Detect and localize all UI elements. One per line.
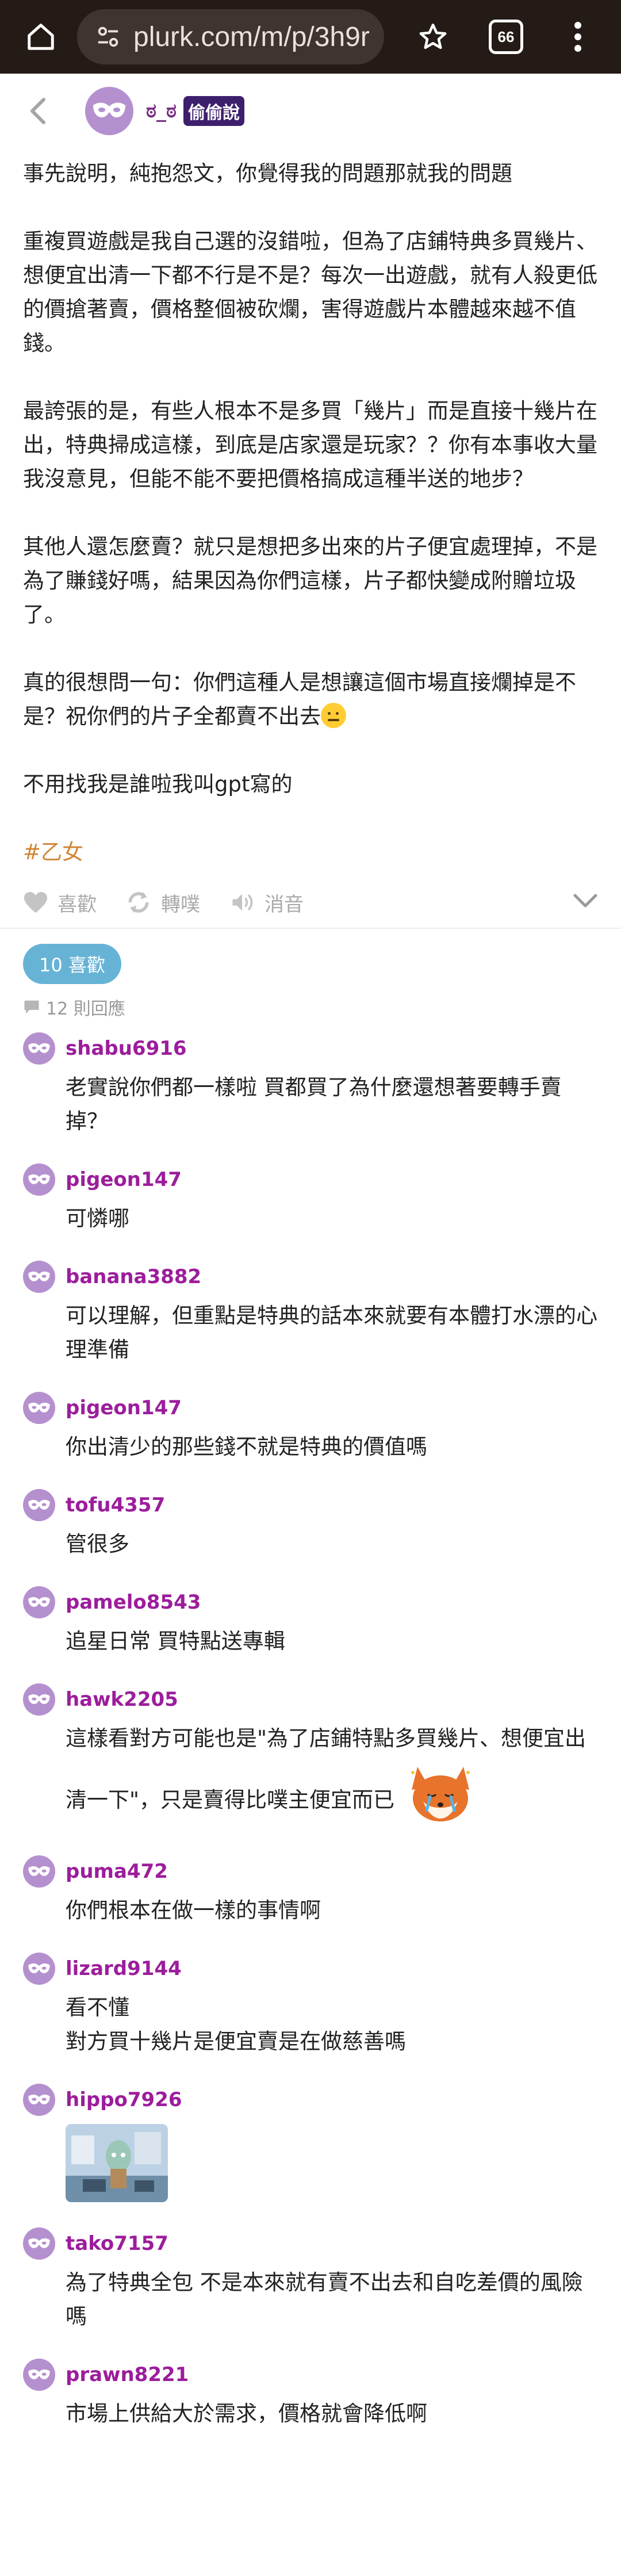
likes-row: 10 喜歡: [0, 929, 621, 984]
response-item: puma472 你們根本在做一樣的事情啊: [23, 1855, 598, 1927]
response-text: 為了特典全包 不是本來就有賣不出去和自吃差價的風險嗎: [66, 2270, 583, 2329]
comment-icon: [24, 1000, 39, 1014]
mask-icon[interactable]: [23, 1261, 55, 1293]
bookmark-star-icon[interactable]: [413, 17, 453, 57]
response-item: banana3882 可以理解，但重點是特典的話本來就要有本體打水漂的心理準備: [23, 1261, 598, 1367]
response-username[interactable]: pigeon147: [66, 1168, 182, 1191]
reply-count-label: 12 則回應: [46, 999, 125, 1019]
mask-icon[interactable]: [23, 1855, 55, 1888]
response-username[interactable]: hippo7926: [66, 2088, 182, 2111]
post-paragraph-with-emoji: 真的很想問一句：你們這種人是想讓這個市場直接爛掉是不是？祝你們的片子全都賣不出去: [23, 665, 598, 733]
response-text: 你出清少的那些錢不就是特典的價值嗎: [66, 1434, 427, 1459]
mask-icon[interactable]: [23, 1032, 55, 1065]
response-username[interactable]: pigeon147: [66, 1396, 182, 1419]
response-username[interactable]: prawn8221: [66, 2363, 189, 2386]
post-paragraph: 其他人還怎麼賣？就只是想把多出來的片子便宜處理掉，不是為了賺錢好嗎，結果因為你們…: [23, 534, 597, 627]
post-content: 事先說明，純抱怨文，你覺得我的問題那就我的問題 重複買遊戲是我自己選的沒錯啦，但…: [0, 148, 621, 869]
response-text: 看不懂 對方買十幾片是便宜賣是在做慈善嗎: [66, 1995, 406, 2054]
response-item: pigeon147 可憐哪: [23, 1163, 598, 1235]
mute-button[interactable]: 消音: [229, 889, 304, 917]
response-text: 這樣看對方可能也是"為了店鋪特點多買幾片、想便宜出清一下"，只是賣得比噗主便宜而…: [66, 1726, 586, 1812]
response-username[interactable]: tako7157: [66, 2232, 168, 2255]
mask-icon[interactable]: [23, 1489, 55, 1521]
url-text[interactable]: plurk.com/m/p/3h9r: [133, 21, 370, 53]
mute-label: 消音: [264, 893, 304, 916]
response-item: shabu6916 老實說你們都一樣啦 買都買了為什麼還想著要轉手賣掉？: [23, 1032, 598, 1138]
author-name[interactable]: ಠ_ಠ: [146, 99, 177, 123]
response-text: 管很多: [66, 1532, 129, 1556]
response-item: lizard9144 看不懂 對方買十幾片是便宜賣是在做慈善嗎: [23, 1953, 598, 2058]
neutral-face-emoji-icon: [321, 703, 346, 728]
response-text: 追星日常 買特點送專輯: [66, 1629, 285, 1653]
response-text: 可以理解，但重點是特典的話本來就要有本體打水漂的心理準備: [66, 1303, 597, 1362]
mask-icon[interactable]: [23, 1392, 55, 1424]
mask-icon[interactable]: [23, 1953, 55, 1985]
response-username[interactable]: tofu4357: [66, 1494, 165, 1517]
response-item: prawn8221 市場上供給大於需求，價格就會降低啊: [23, 2359, 598, 2430]
replurk-icon: [128, 891, 149, 913]
replurk-label: 轉噗: [161, 893, 200, 916]
speaker-mute-icon: [232, 894, 253, 911]
mask-icon: [93, 102, 125, 118]
site-settings-icon[interactable]: [92, 21, 124, 53]
mask-icon[interactable]: [23, 1683, 55, 1716]
post-paragraph-text: 真的很想問一句：你們這種人是想讓這個市場直接爛掉是不是？祝你們的片子全都賣不出去: [23, 670, 576, 729]
response-item: tako7157 為了特典全包 不是本來就有賣不出去和自吃差價的風險嗎: [23, 2227, 598, 2333]
browser-toolbar: plurk.com/m/p/3h9r 66: [0, 0, 621, 74]
mask-icon[interactable]: [23, 2359, 55, 2391]
post-actions-bar: 喜歡 轉噗 消音: [0, 877, 621, 929]
post-paragraph: 不用找我是誰啦我叫gpt寫的: [23, 772, 293, 797]
overflow-menu-icon[interactable]: [558, 17, 598, 57]
likes-count-button[interactable]: 10 喜歡: [23, 944, 121, 984]
anonymous-badge: 偷偷說: [183, 96, 244, 126]
tab-switcher-button[interactable]: 66: [489, 20, 523, 54]
response-item: pamelo8543 追星日常 買特點送專輯: [23, 1586, 598, 1658]
response-item: pigeon147 你出清少的那些錢不就是特典的價值嗎: [23, 1392, 598, 1464]
mask-icon[interactable]: [23, 1163, 55, 1196]
response-username[interactable]: pamelo8543: [66, 1591, 201, 1614]
mask-icon[interactable]: [23, 2084, 55, 2116]
image-thumbnail[interactable]: [66, 2124, 168, 2202]
response-item: hawk2205 這樣看對方可能也是"為了店鋪特點多買幾片、想便宜出清一下"，只…: [23, 1683, 598, 1830]
response-list: shabu6916 老實說你們都一樣啦 買都買了為什麼還想著要轉手賣掉？ pig…: [0, 1020, 621, 2430]
response-username[interactable]: hawk2205: [66, 1688, 178, 1711]
mask-icon[interactable]: [23, 2227, 55, 2260]
response-text: 老實說你們都一樣啦 買都買了為什麼還想著要轉手賣掉？: [66, 1075, 562, 1134]
like-label: 喜歡: [57, 893, 97, 916]
response-username[interactable]: shabu6916: [66, 1037, 187, 1060]
response-username[interactable]: banana3882: [66, 1265, 201, 1288]
like-button[interactable]: 喜歡: [23, 889, 97, 917]
post-header: ಠ_ಠ 偷偷說: [0, 74, 621, 148]
mask-icon[interactable]: [23, 1586, 55, 1618]
response-text: 市場上供給大於需求，價格就會降低啊: [66, 2401, 427, 2426]
response-text: 可憐哪: [66, 1206, 129, 1231]
replurk-button[interactable]: 轉噗: [125, 889, 200, 917]
hashtag-link[interactable]: #乙女: [23, 835, 598, 869]
post-paragraph: 事先說明，純抱怨文，你覺得我的問題那就我的問題: [23, 161, 512, 186]
response-username[interactable]: lizard9144: [66, 1957, 182, 1980]
home-icon[interactable]: [21, 17, 61, 57]
response-item: hippo7926: [23, 2084, 598, 2202]
url-bar[interactable]: plurk.com/m/p/3h9r: [77, 9, 384, 64]
chevron-down-icon[interactable]: [573, 891, 598, 914]
response-username[interactable]: puma472: [66, 1860, 168, 1883]
response-text-with-sticker: 這樣看對方可能也是"為了店鋪特點多買幾片、想便宜出清一下"，只是賣得比噗主便宜而…: [66, 1721, 598, 1830]
response-text: 你們根本在做一樣的事情啊: [66, 1898, 321, 1923]
post-paragraph: 重複買遊戲是我自己選的沒錯啦，但為了店鋪特典多買幾片、想便宜出清一下都不行是不是…: [23, 229, 597, 355]
response-item: tofu4357 管很多: [23, 1489, 598, 1561]
back-arrow-icon[interactable]: [28, 94, 56, 128]
reply-count: 12 則回應: [0, 984, 621, 1020]
avatar[interactable]: [85, 87, 133, 135]
crying-fox-sticker-icon: [400, 1755, 481, 1830]
post-paragraph: 最誇張的是，有些人根本不是多買「幾片」而是直接十幾片在出，特典掃成這樣，到底是店…: [23, 399, 597, 491]
heart-icon: [24, 891, 47, 913]
